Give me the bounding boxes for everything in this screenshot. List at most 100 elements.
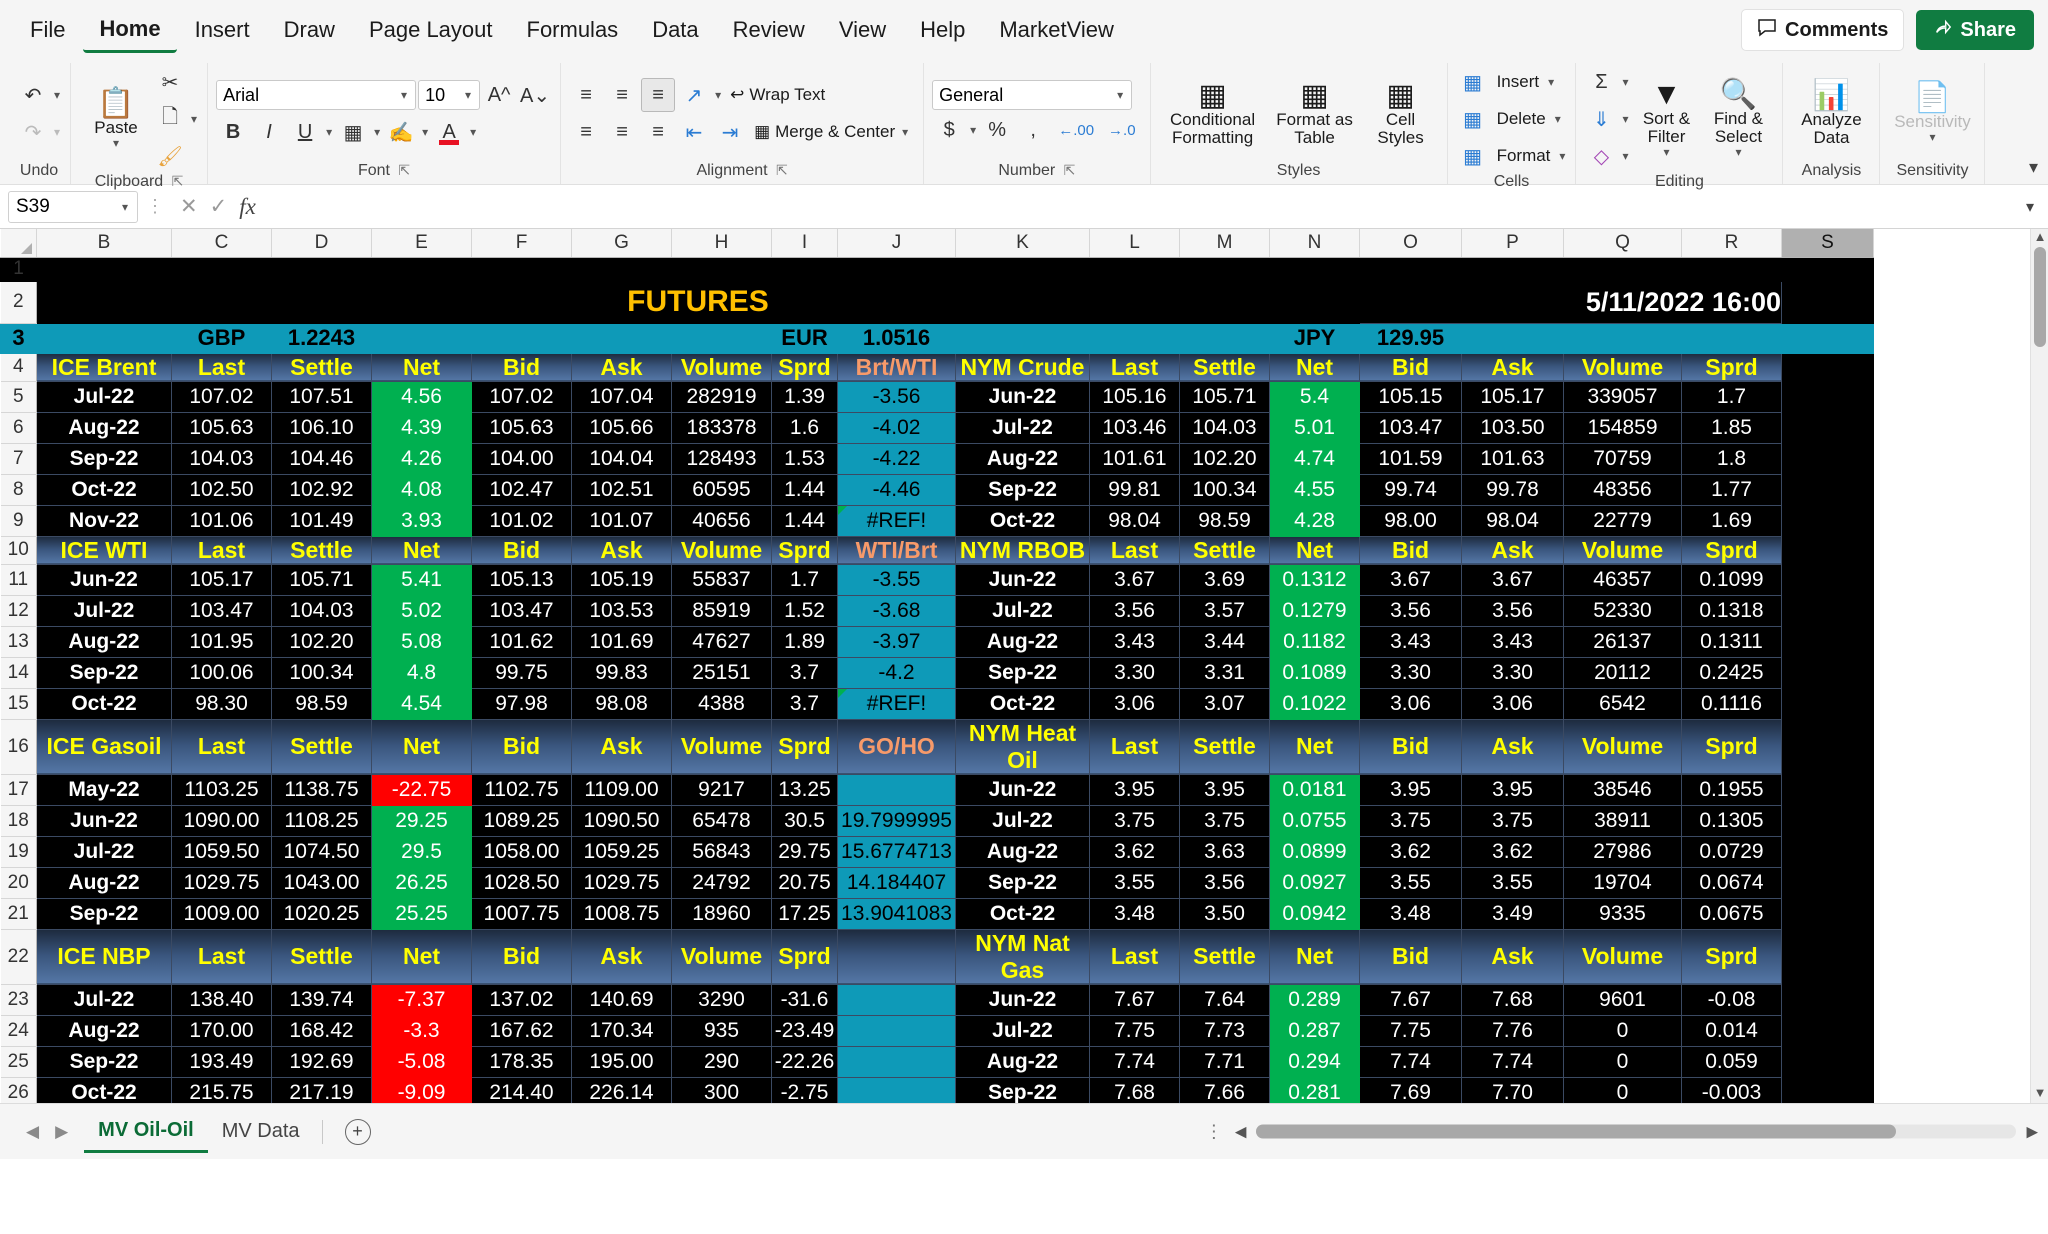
cell-settle-right[interactable]: 3.44 xyxy=(1179,625,1270,658)
cell-month-right[interactable]: Sep-22 xyxy=(955,656,1090,689)
font-color-icon[interactable]: A xyxy=(432,115,466,149)
cell-volume-right[interactable]: 27986 xyxy=(1563,835,1682,868)
align-top-icon[interactable]: ≡ xyxy=(569,78,603,112)
horizontal-scrollbar[interactable] xyxy=(1256,1124,2017,1139)
orientation-icon[interactable]: ↗ xyxy=(677,78,711,112)
column-header-O[interactable]: O xyxy=(1359,229,1462,258)
cell-volume-left[interactable]: 85919 xyxy=(671,594,772,627)
cell-month-left[interactable]: Jul-22 xyxy=(36,380,172,413)
column-header-D[interactable]: D xyxy=(271,229,372,258)
cell-ratio[interactable] xyxy=(837,1014,956,1047)
orientation-dropdown-icon[interactable]: ▾ xyxy=(713,88,723,102)
cell-volume-right[interactable]: 52330 xyxy=(1563,594,1682,627)
share-button[interactable]: Share xyxy=(1916,10,2034,50)
cell-ratio[interactable]: 15.6774713 xyxy=(837,835,956,868)
cell-ask-right[interactable]: 7.70 xyxy=(1461,1076,1564,1103)
cell-last-left[interactable]: 102.50 xyxy=(171,473,272,506)
cell-ratio[interactable] xyxy=(837,773,956,806)
cell-ask-left[interactable]: 105.66 xyxy=(571,411,672,444)
cell-sprd-right[interactable]: -0.08 xyxy=(1681,983,1782,1016)
cell-ask-right[interactable]: 3.95 xyxy=(1461,773,1564,806)
format-button[interactable]: Format xyxy=(1492,143,1556,169)
cell-ask-right[interactable]: 3.67 xyxy=(1461,563,1564,596)
cell-ratio[interactable]: -3.68 xyxy=(837,594,956,627)
menu-tab-page-layout[interactable]: Page Layout xyxy=(353,9,509,51)
cell-net-left[interactable]: -7.37 xyxy=(371,983,472,1016)
spreadsheet-grid[interactable]: B C D E F G H I J K L M N O P Q R S 1 2 FUTURES 5/11/2022 16:… xyxy=(0,229,2048,1103)
cell-volume-right[interactable]: 154859 xyxy=(1563,411,1682,444)
cell-month-right[interactable]: Aug-22 xyxy=(955,442,1090,475)
cell-volume-left[interactable]: 56843 xyxy=(671,835,772,868)
cell-sprd-right[interactable]: 0.2425 xyxy=(1681,656,1782,689)
cell-volume-left[interactable]: 3290 xyxy=(671,983,772,1016)
borders-dropdown-icon[interactable]: ▾ xyxy=(372,125,382,139)
cell-month-right[interactable]: Aug-22 xyxy=(955,625,1090,658)
cell-last-left[interactable]: 104.03 xyxy=(171,442,272,475)
cell-bid-left[interactable]: 105.63 xyxy=(471,411,572,444)
undo-button[interactable]: ↶ xyxy=(16,78,50,112)
cell-net-left[interactable]: 29.5 xyxy=(371,835,472,868)
column-header-G[interactable]: G xyxy=(571,229,672,258)
merge-center-button[interactable]: ▦ Merge & Center ▾ xyxy=(749,119,915,145)
column-header-M[interactable]: M xyxy=(1179,229,1270,258)
scroll-up-icon[interactable]: ▲ xyxy=(2031,229,2048,247)
cell-sprd-right[interactable]: 0.1311 xyxy=(1681,625,1782,658)
column-header-B[interactable]: B xyxy=(36,229,172,258)
insert-dropdown-icon[interactable]: ▾ xyxy=(1546,75,1556,89)
cell-bid-right[interactable]: 3.75 xyxy=(1359,804,1462,837)
cell-settle-right[interactable]: 3.63 xyxy=(1179,835,1270,868)
cell-settle-right[interactable]: 104.03 xyxy=(1179,411,1270,444)
cell-volume-right[interactable]: 6542 xyxy=(1563,687,1682,720)
cell-sprd-right[interactable]: -0.003 xyxy=(1681,1076,1782,1103)
row-header-1[interactable]: 1 xyxy=(0,256,37,282)
cell-net-right[interactable]: 0.0899 xyxy=(1269,835,1360,868)
font-dialog-launcher-icon[interactable]: ⇱ xyxy=(398,162,410,178)
menu-tab-review[interactable]: Review xyxy=(717,9,821,51)
font-size-select[interactable]: 10 ▾ xyxy=(418,80,481,110)
cell-settle-left[interactable]: 1074.50 xyxy=(271,835,372,868)
cell-settle-right[interactable]: 7.66 xyxy=(1179,1076,1270,1103)
menu-tab-home[interactable]: Home xyxy=(83,8,177,53)
cell-sprd-right[interactable]: 0.1955 xyxy=(1681,773,1782,806)
cell-bid-right[interactable]: 98.00 xyxy=(1359,504,1462,537)
cell-month-right[interactable]: Oct-22 xyxy=(955,504,1090,537)
cell-volume-left[interactable]: 47627 xyxy=(671,625,772,658)
row-header-3[interactable]: 3 xyxy=(0,322,37,354)
cell-sprd-left[interactable]: 1.44 xyxy=(771,473,838,506)
cell-ask-left[interactable]: 1059.25 xyxy=(571,835,672,868)
name-box[interactable]: S39 ▾ xyxy=(8,190,138,223)
row-header-4[interactable]: 4 xyxy=(0,353,37,382)
row-header-22[interactable]: 22 xyxy=(0,929,37,985)
cell-bid-left[interactable]: 1007.75 xyxy=(471,897,572,930)
cell-last-right[interactable]: 3.67 xyxy=(1089,563,1180,596)
column-header-H[interactable]: H xyxy=(671,229,772,258)
row-header-5[interactable]: 5 xyxy=(0,381,37,413)
cell-bid-left[interactable]: 178.35 xyxy=(471,1045,572,1078)
redo-dropdown-icon[interactable]: ▾ xyxy=(52,125,62,139)
cell-ask-left[interactable]: 1008.75 xyxy=(571,897,672,930)
row-header-26[interactable]: 26 xyxy=(0,1077,37,1103)
cell-ask-right[interactable]: 101.63 xyxy=(1461,442,1564,475)
cell-month-right[interactable]: Sep-22 xyxy=(955,866,1090,899)
cell-month-right[interactable]: Sep-22 xyxy=(955,1076,1090,1103)
add-sheet-button[interactable]: + xyxy=(344,1118,371,1145)
cell-month-left[interactable]: Jul-22 xyxy=(36,983,172,1016)
cell-bid-right[interactable]: 7.75 xyxy=(1359,1014,1462,1047)
insert-button[interactable]: Insert xyxy=(1492,69,1545,95)
row-header-19[interactable]: 19 xyxy=(0,836,37,868)
cell-volume-left[interactable]: 60595 xyxy=(671,473,772,506)
hscroll-right-icon[interactable]: ▶ xyxy=(2026,1123,2038,1141)
number-dialog-launcher-icon[interactable]: ⇱ xyxy=(1064,162,1076,178)
cell-ask-left[interactable]: 98.08 xyxy=(571,687,672,720)
cell-last-right[interactable]: 3.55 xyxy=(1089,866,1180,899)
cell-net-left[interactable]: 3.93 xyxy=(371,504,472,537)
cell-last-left[interactable]: 1103.25 xyxy=(171,773,272,806)
format-dropdown-icon[interactable]: ▾ xyxy=(1557,149,1567,163)
cell-volume-left[interactable]: 24792 xyxy=(671,866,772,899)
cell-last-right[interactable]: 101.61 xyxy=(1089,442,1180,475)
cell-volume-left[interactable]: 65478 xyxy=(671,804,772,837)
format-as-table-button[interactable]: ▦ Format as Table xyxy=(1267,79,1363,149)
cell-ask-right[interactable]: 3.06 xyxy=(1461,687,1564,720)
status-options-icon[interactable]: ⋮ xyxy=(1205,1121,1225,1142)
cell-bid-left[interactable]: 101.62 xyxy=(471,625,572,658)
